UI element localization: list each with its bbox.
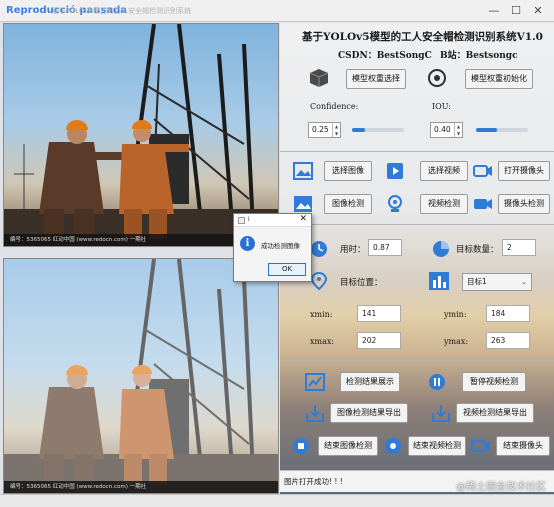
divider (280, 360, 554, 361)
xmax-label: xmax: (310, 337, 335, 346)
detection-result-view: 编号：5365065 红动中国 (www.redocn.com) 一期社 (3, 258, 279, 494)
pause-video-detection-button[interactable]: 暂停视频检测 (462, 372, 526, 392)
target-count-label: 目标数量： (456, 245, 499, 255)
end-camera-button[interactable]: 结束摄像头 (496, 436, 550, 456)
xmin-label: xmin: (310, 310, 333, 319)
close-window-button[interactable]: ✕ (530, 3, 546, 19)
video-camera-icon (474, 199, 492, 209)
stop-camera-icon (471, 440, 490, 452)
ymax-label: ymax: (444, 337, 469, 346)
xmax-value: 202 (357, 332, 401, 349)
chart-display-icon (305, 373, 325, 391)
app-icon (238, 217, 245, 224)
ymin-value: 184 (486, 305, 530, 322)
ymax-value: 263 (486, 332, 530, 349)
iou-slider-fill (476, 128, 497, 132)
target-position-label: 目标位置： (340, 278, 383, 288)
export-image-result-button[interactable]: 图像检测结果导出 (330, 403, 408, 423)
xmin-value: 141 (357, 305, 401, 322)
status-message: 图片打开成功! ! ! (284, 477, 343, 486)
export-video-result-button[interactable]: 视频检测结果导出 (456, 403, 534, 423)
target-count-value: 2 (502, 239, 536, 256)
target-select-value: 目标1 (467, 277, 487, 286)
iou-spinbox[interactable]: 0.40 ▲ ▼ (430, 122, 463, 138)
csdn-label: CSDN：BestSongC (338, 51, 432, 61)
select-model-weights-button[interactable]: 模型权重选择 (346, 69, 406, 89)
pie-chart-icon (433, 241, 449, 257)
spin-arrows-icon[interactable]: ▲ ▼ (454, 123, 462, 137)
success-dialog: i ✕ i 成功检测图像 OK (233, 213, 312, 282)
stop-video-icon (385, 438, 401, 454)
confidence-slider-fill (352, 128, 365, 132)
time-label: 用时： (340, 245, 366, 255)
webcam-icon (388, 195, 402, 212)
maximize-button[interactable]: ☐ (508, 3, 524, 19)
iou-label: IOU: (432, 102, 451, 111)
divider (280, 224, 554, 225)
show-result-button[interactable]: 检测结果展示 (340, 372, 400, 392)
dialog-close-icon[interactable]: ✕ (299, 214, 307, 224)
time-value: 0.87 (368, 239, 402, 256)
bar-chart-icon (429, 272, 449, 290)
select-video-button[interactable]: 选择视频 (420, 161, 468, 181)
detect-video-button[interactable]: 视频检测 (420, 194, 468, 214)
image-caption: 编号：5365065 红动中国 (www.redocn.com) 一期社 (4, 481, 278, 493)
watermark-text: @稀土掘金技术社区 (456, 482, 546, 493)
confidence-value: 0.25 (312, 125, 329, 134)
window-titlebar: Reproducció pausada 基于YOLOv5模型的工人安全帽检测识别… (0, 0, 554, 22)
open-camera-button[interactable]: 打开摄像头 (498, 161, 550, 181)
chevron-down-icon: ⌄ (521, 278, 527, 286)
export-icon (306, 405, 324, 422)
image-icon (293, 162, 313, 180)
control-panel: 基于YOLOv5模型的工人安全帽检测识别系统V1.0 CSDN：BestSong… (280, 23, 554, 494)
stop-image-icon (293, 438, 309, 454)
iou-value: 0.40 (434, 125, 451, 134)
dialog-title: i (248, 216, 250, 223)
export-icon (432, 405, 450, 422)
video-icon (387, 163, 403, 179)
spin-arrows-icon[interactable]: ▲ ▼ (332, 123, 340, 137)
window-bottom-edge (0, 494, 554, 507)
divider (280, 151, 554, 152)
ok-button[interactable]: OK (268, 263, 306, 276)
pause-icon (429, 374, 445, 390)
detect-camera-button[interactable]: 摄像头检测 (498, 194, 550, 214)
ymin-label: ymin: (444, 310, 467, 319)
image-detect-icon (294, 196, 312, 212)
iou-slider[interactable] (476, 128, 528, 132)
minimize-button[interactable]: — (486, 3, 502, 19)
dialog-titlebar: i ✕ (234, 214, 311, 227)
end-video-detection-button[interactable]: 结束视频检测 (408, 436, 466, 456)
detect-image-button[interactable]: 图像检测 (324, 194, 372, 214)
end-image-detection-button[interactable]: 结束图像检测 (318, 436, 378, 456)
window-title: 基于YOLOv5模型的工人安全帽检测识别系统 (52, 7, 192, 15)
init-model-weights-button[interactable]: 模型权重初始化 (465, 69, 533, 89)
confidence-spinbox[interactable]: 0.25 ▲ ▼ (308, 122, 341, 138)
target-select-dropdown[interactable]: 目标1 ⌄ (462, 273, 532, 291)
cube-icon (309, 69, 329, 87)
bilibili-label: B站：Bestsongc (440, 51, 518, 61)
info-icon: i (240, 236, 255, 251)
dialog-message: 成功检测图像 (261, 242, 300, 250)
app-title: 基于YOLOv5模型的工人安全帽检测识别系统V1.0 (302, 31, 543, 43)
confidence-slider[interactable] (352, 128, 404, 132)
camera-icon (473, 165, 492, 177)
settings-target-icon (428, 69, 446, 87)
select-image-button[interactable]: 选择图像 (324, 161, 372, 181)
confidence-label: Confidence: (310, 102, 359, 111)
